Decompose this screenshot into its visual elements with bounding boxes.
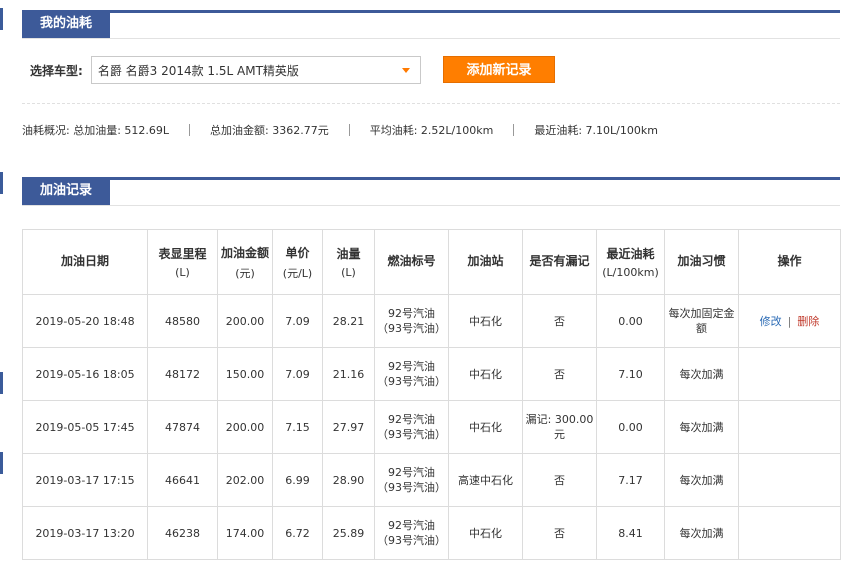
summary-divider (348, 124, 350, 136)
cell-grade: 92号汽油（93号汽油） (374, 453, 449, 507)
cell-consumption: 7.17 (596, 453, 665, 507)
table-row: 2019-03-17 13:20 46238 174.00 6.72 25.89… (22, 506, 841, 560)
cell-consumption: 8.41 (596, 506, 665, 560)
cell-date: 2019-03-17 17:15 (22, 453, 148, 507)
col-missed: 是否有漏记 (522, 229, 597, 295)
cell-date: 2019-03-17 13:20 (22, 506, 148, 560)
cell-volume: 21.16 (322, 347, 375, 401)
cell-date: 2019-05-20 18:48 (22, 294, 148, 348)
cell-actions (738, 506, 841, 560)
cell-amount: 150.00 (217, 347, 273, 401)
col-price: 单价 (元/L) (272, 229, 323, 295)
summary-divider (513, 124, 515, 136)
cell-station: 中石化 (448, 400, 523, 454)
cell-actions (738, 453, 841, 507)
cell-price: 7.09 (272, 294, 323, 348)
cell-price: 6.99 (272, 453, 323, 507)
cell-actions (738, 400, 841, 454)
cell-amount: 200.00 (217, 294, 273, 348)
vehicle-selector-row: 选择车型: 名爵 名爵3 2014款 1.5L AMT精英版 (30, 55, 421, 85)
cell-volume: 28.90 (322, 453, 375, 507)
table-row: 2019-05-20 18:48 48580 200.00 7.09 28.21… (22, 294, 841, 348)
cell-volume: 27.97 (322, 400, 375, 454)
col-grade: 燃油标号 (374, 229, 449, 295)
cell-consumption: 7.10 (596, 347, 665, 401)
my-fuel-section-header: 我的油耗 (22, 10, 840, 39)
cell-volume: 28.21 (322, 294, 375, 348)
col-amount: 加油金额 (元) (217, 229, 273, 295)
cell-amount: 200.00 (217, 400, 273, 454)
cell-missed: 否 (522, 294, 597, 348)
col-date: 加油日期 (22, 229, 148, 295)
cell-station: 高速中石化 (448, 453, 523, 507)
vehicle-select[interactable]: 名爵 名爵3 2014款 1.5L AMT精英版 (90, 56, 421, 84)
cell-amount: 174.00 (217, 506, 273, 560)
delete-link[interactable]: 删除 (797, 315, 819, 328)
col-actions: 操作 (738, 229, 841, 295)
cell-price: 7.15 (272, 400, 323, 454)
add-record-button[interactable]: 添加新记录 (443, 56, 555, 83)
action-separator: | (787, 315, 792, 328)
edit-link[interactable]: 修改 (760, 315, 782, 328)
cell-mileage: 46238 (147, 506, 218, 560)
cell-price: 7.09 (272, 347, 323, 401)
cell-consumption: 0.00 (596, 400, 665, 454)
cell-date: 2019-05-05 17:45 (22, 400, 148, 454)
cell-grade: 92号汽油（93号汽油） (374, 347, 449, 401)
cell-habit: 每次加满 (664, 453, 739, 507)
vehicle-select-label: 选择车型: (30, 63, 83, 78)
cell-missed: 否 (522, 453, 597, 507)
col-volume: 油量 (L) (322, 229, 375, 295)
col-habit: 加油习惯 (664, 229, 739, 295)
table-header-row: 加油日期 表显里程 (L) 加油金额 (元) 单价 (元/L) 油量 (L) 燃油标号 … (22, 229, 841, 295)
cell-grade: 92号汽油（93号汽油） (374, 400, 449, 454)
cell-habit: 每次加固定金额 (664, 294, 739, 348)
my-fuel-title: 我的油耗 (22, 10, 111, 38)
table-row: 2019-03-17 17:15 46641 202.00 6.99 28.90… (22, 453, 841, 507)
cell-mileage: 48580 (147, 294, 218, 348)
cell-actions: 修改 | 删除 (738, 294, 841, 348)
records-section-header: 加油记录 (22, 177, 840, 206)
dropdown-arrow-icon (401, 68, 410, 73)
cell-station: 中石化 (448, 294, 523, 348)
cell-mileage: 48172 (147, 347, 218, 401)
vehicle-select-value: 名爵 名爵3 2014款 1.5L AMT精英版 (97, 63, 299, 78)
cell-habit: 每次加满 (664, 400, 739, 454)
cell-price: 6.72 (272, 506, 323, 560)
fuel-summary: 油耗概况: 总加油量: 512.69L 总加油金额: 3362.77元 平均油耗… (22, 122, 658, 138)
cell-date: 2019-05-16 18:05 (22, 347, 148, 401)
cell-missed: 漏记: 300.00元 (522, 400, 597, 454)
cell-grade: 92号汽油（93号汽油） (374, 506, 449, 560)
cell-mileage: 47874 (147, 400, 218, 454)
cell-consumption: 0.00 (596, 294, 665, 348)
summary-recent: 最近油耗: 7.10L/100km (534, 124, 658, 137)
col-station: 加油站 (448, 229, 523, 295)
summary-average: 平均油耗: 2.52L/100km (369, 124, 494, 137)
cell-volume: 25.89 (322, 506, 375, 560)
cell-habit: 每次加满 (664, 506, 739, 560)
col-mileage: 表显里程 (L) (147, 229, 218, 295)
summary-divider (189, 124, 191, 136)
divider (22, 103, 840, 104)
table-row: 2019-05-16 18:05 48172 150.00 7.09 21.16… (22, 347, 841, 401)
cell-habit: 每次加满 (664, 347, 739, 401)
cell-missed: 否 (522, 347, 597, 401)
cell-missed: 否 (522, 506, 597, 560)
summary-total-fuel: 油耗概况: 总加油量: 512.69L (22, 124, 170, 137)
cell-mileage: 46641 (147, 453, 218, 507)
col-consumption: 最近油耗 (L/100km) (596, 229, 665, 295)
cell-amount: 202.00 (217, 453, 273, 507)
fuel-records-table: 加油日期 表显里程 (L) 加油金额 (元) 单价 (元/L) 油量 (L) 燃油标号 … (22, 229, 841, 560)
cell-grade: 92号汽油（93号汽油） (374, 294, 449, 348)
cell-station: 中石化 (448, 347, 523, 401)
table-row: 2019-05-05 17:45 47874 200.00 7.15 27.97… (22, 400, 841, 454)
cell-station: 中石化 (448, 506, 523, 560)
records-title: 加油记录 (22, 177, 111, 205)
summary-total-amount: 总加油金额: 3362.77元 (210, 124, 329, 137)
cell-actions (738, 347, 841, 401)
